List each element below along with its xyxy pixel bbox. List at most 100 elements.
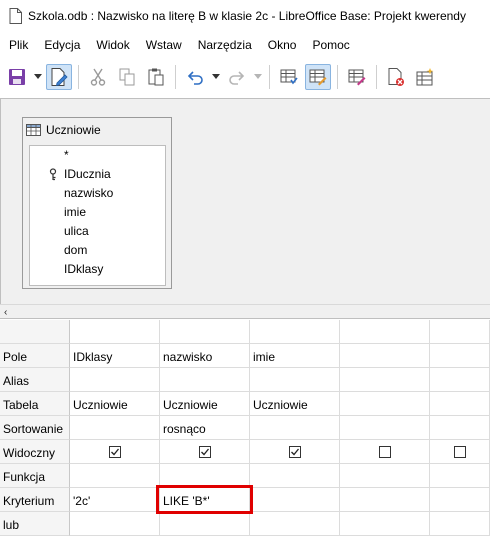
visible-checkbox[interactable]	[378, 445, 391, 458]
menu-widok[interactable]: Widok	[88, 38, 137, 52]
field-item-primary-key[interactable]: IDucznia	[30, 165, 165, 184]
cell-lub[interactable]	[70, 512, 160, 536]
cell-funkcja[interactable]	[340, 464, 430, 488]
redo-icon	[229, 71, 245, 85]
field-list[interactable]: * IDucznia nazwisko imie ulica dom IDkla…	[29, 145, 166, 286]
scroll-left-icon[interactable]: ‹	[4, 307, 7, 318]
save-button[interactable]	[4, 64, 30, 90]
field-item[interactable]: dom	[30, 241, 165, 260]
cell-pole[interactable]	[340, 344, 430, 368]
cell-lub[interactable]	[430, 512, 490, 536]
cell-kryterium[interactable]	[430, 488, 490, 512]
cell-lub[interactable]	[340, 512, 430, 536]
cell-sortowanie[interactable]	[70, 416, 160, 440]
cell-sortowanie[interactable]: rosnąco	[160, 416, 250, 440]
menu-narzedzia[interactable]: Narzędzia	[190, 38, 260, 52]
row-label-sortowanie: Sortowanie	[0, 416, 70, 440]
cell-alias[interactable]	[160, 368, 250, 392]
cell-funkcja[interactable]	[160, 464, 250, 488]
visible-checkbox[interactable]	[198, 445, 211, 458]
paste-button[interactable]	[143, 64, 169, 90]
table-window-uczniowie[interactable]: Uczniowie * IDucznia nazwisko imie ulica…	[22, 117, 172, 289]
sql-view-button[interactable]	[344, 64, 370, 90]
checkmark-icon	[110, 448, 119, 455]
cell-tabela[interactable]: Uczniowie	[70, 392, 160, 416]
copy-icon	[119, 68, 135, 86]
query-grid[interactable]: Pole Alias Tabela Sortowanie Widoczny Fu…	[0, 320, 490, 544]
menu-plik[interactable]: Plik	[0, 38, 36, 52]
cell-widoczny	[160, 440, 250, 464]
edit-mode-button[interactable]	[46, 64, 72, 90]
cell-tabela[interactable]: Uczniowie	[250, 392, 340, 416]
field-item[interactable]: ulica	[30, 222, 165, 241]
add-table-button[interactable]	[412, 64, 438, 90]
cell-pole[interactable]	[430, 344, 490, 368]
window-title: Szkola.odb : Nazwisko na literę B w klas…	[28, 9, 466, 23]
visible-checkbox[interactable]	[288, 445, 301, 458]
cell-kryterium[interactable]	[250, 488, 340, 512]
cell-alias[interactable]	[340, 368, 430, 392]
redo-button[interactable]	[224, 64, 250, 90]
undo-dropdown-arrow[interactable]	[211, 64, 221, 90]
column-header[interactable]	[340, 320, 430, 344]
checkmark-icon	[290, 448, 299, 455]
cell-lub[interactable]	[160, 512, 250, 536]
cell-sortowanie[interactable]	[250, 416, 340, 440]
column-header[interactable]	[70, 320, 160, 344]
horizontal-scrollbar[interactable]: ‹	[0, 304, 490, 319]
cell-alias[interactable]	[70, 368, 160, 392]
cell-kryterium[interactable]: LIKE 'B*'	[160, 488, 250, 512]
cell-pole[interactable]: IDklasy	[70, 344, 160, 368]
redo-dropdown-arrow[interactable]	[253, 64, 263, 90]
cell-tabela[interactable]: Uczniowie	[160, 392, 250, 416]
visible-checkbox[interactable]	[108, 445, 121, 458]
sql-view-icon	[348, 69, 366, 86]
table-window-title: Uczniowie	[46, 123, 101, 137]
column-header[interactable]	[160, 320, 250, 344]
design-view-button[interactable]	[305, 64, 331, 90]
cell-alias[interactable]	[430, 368, 490, 392]
cut-button[interactable]	[85, 64, 111, 90]
cell-widoczny	[250, 440, 340, 464]
toolbar	[0, 58, 490, 96]
document-icon	[9, 8, 22, 24]
query-design-area[interactable]: Uczniowie * IDucznia nazwisko imie ulica…	[0, 98, 490, 304]
menu-okno[interactable]: Okno	[260, 38, 305, 52]
column-header[interactable]	[250, 320, 340, 344]
toolbar-separator	[175, 65, 176, 89]
key-icon	[49, 168, 57, 181]
run-query-button[interactable]	[276, 64, 302, 90]
menu-edycja[interactable]: Edycja	[36, 38, 88, 52]
field-item[interactable]: imie	[30, 203, 165, 222]
cell-pole[interactable]: imie	[250, 344, 340, 368]
cell-tabela[interactable]	[430, 392, 490, 416]
menu-pomoc[interactable]: Pomoc	[304, 38, 357, 52]
cell-lub[interactable]	[250, 512, 340, 536]
cell-pole[interactable]: nazwisko	[160, 344, 250, 368]
field-item[interactable]: IDklasy	[30, 260, 165, 279]
table-window-header[interactable]: Uczniowie	[23, 118, 171, 142]
field-item[interactable]: *	[30, 146, 165, 165]
cell-kryterium[interactable]: '2c'	[70, 488, 160, 512]
cell-tabela[interactable]	[340, 392, 430, 416]
row-label-widoczny: Widoczny	[0, 440, 70, 464]
cell-sortowanie[interactable]	[430, 416, 490, 440]
toolbar-separator	[376, 65, 377, 89]
cell-funkcja[interactable]	[430, 464, 490, 488]
menu-wstaw[interactable]: Wstaw	[138, 38, 190, 52]
row-label-alias: Alias	[0, 368, 70, 392]
copy-button[interactable]	[114, 64, 140, 90]
cell-alias[interactable]	[250, 368, 340, 392]
undo-icon	[187, 71, 203, 85]
cell-funkcja[interactable]	[250, 464, 340, 488]
clear-query-button[interactable]	[383, 64, 409, 90]
chevron-down-icon	[212, 74, 220, 79]
field-item[interactable]: nazwisko	[30, 184, 165, 203]
column-header[interactable]	[430, 320, 490, 344]
cell-funkcja[interactable]	[70, 464, 160, 488]
cell-sortowanie[interactable]	[340, 416, 430, 440]
undo-button[interactable]	[182, 64, 208, 90]
save-dropdown-arrow[interactable]	[33, 64, 43, 90]
visible-checkbox[interactable]	[453, 445, 466, 458]
cell-kryterium[interactable]	[340, 488, 430, 512]
